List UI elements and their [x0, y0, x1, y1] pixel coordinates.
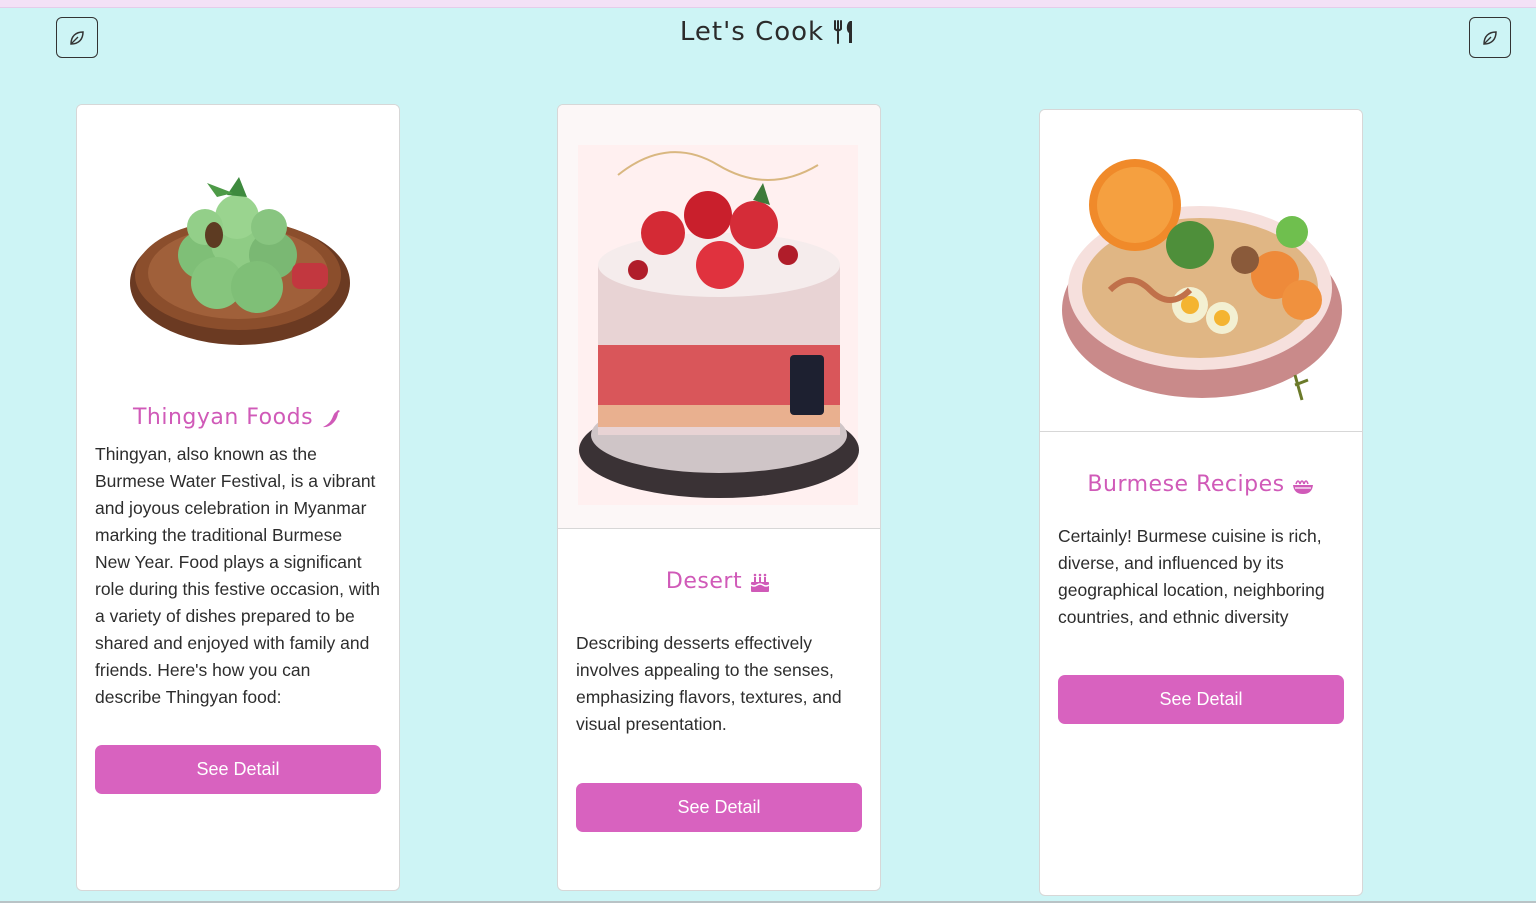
burmese-recipes-image [1040, 110, 1362, 432]
card-title-text: Desert [665, 569, 743, 594]
see-detail-button[interactable]: See Detail [576, 783, 862, 832]
card-description: Describing desserts effectively involves… [576, 633, 842, 734]
browser-top-strip [0, 0, 1536, 8]
card-desert: Desert Describing desserts effectively i… [557, 104, 881, 891]
chili-pepper-icon [323, 409, 341, 427]
see-detail-button[interactable]: See Detail [95, 745, 381, 794]
page-title-text: Let's Cook [679, 17, 825, 47]
see-detail-button[interactable]: See Detail [1058, 675, 1344, 724]
card-title-text: Burmese Recipes [1087, 472, 1285, 497]
leaf-icon [1483, 30, 1497, 45]
birthday-cake-icon [750, 573, 770, 592]
card-thingyan-foods: Thingyan Foods Thingyan, also known as t… [76, 104, 400, 891]
thingyan-food-image [77, 105, 399, 395]
card-title: Thingyan Foods [77, 405, 399, 430]
noodle-bowl-icon [1292, 479, 1313, 494]
card-description: Certainly! Burmese cuisine is rich, dive… [1058, 526, 1325, 627]
page-title: Let's Cook [0, 17, 1536, 47]
card-title: Burmese Recipes [1040, 472, 1362, 497]
card-title-text: Thingyan Foods [132, 405, 314, 430]
right-nav-button[interactable] [1469, 17, 1511, 58]
fork-knife-icon [834, 20, 853, 44]
desert-cake-image [558, 105, 880, 529]
card-description: Thingyan, also known as the Burmese Wate… [95, 444, 380, 707]
card-title: Desert [558, 569, 880, 594]
card-burmese-recipes: Burmese Recipes Certainly! Burmese cuisi… [1039, 109, 1363, 896]
